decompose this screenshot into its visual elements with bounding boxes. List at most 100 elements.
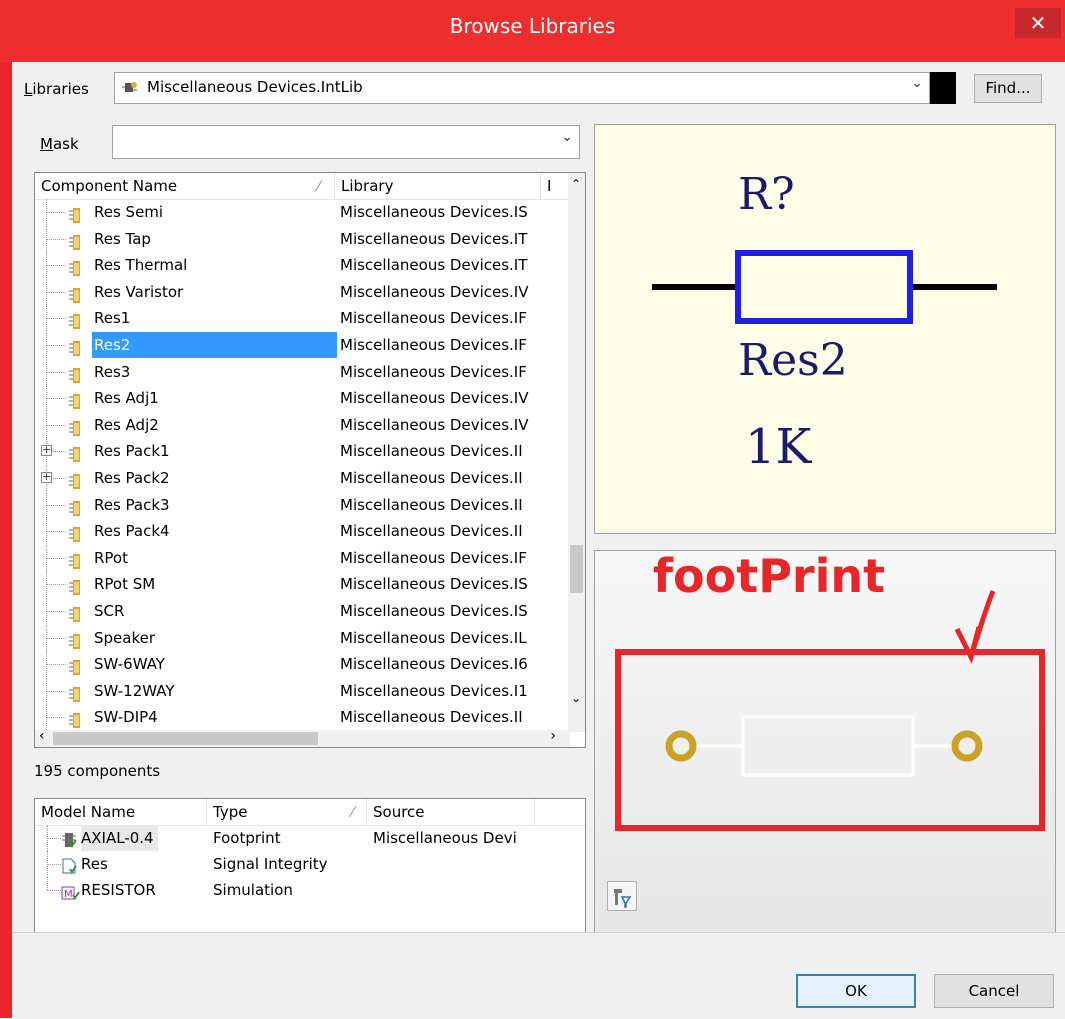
component-library: Miscellaneous Devices.IV xyxy=(340,415,529,434)
scroll-right-icon[interactable]: › xyxy=(550,728,556,744)
filter-tools-button[interactable] xyxy=(607,881,637,911)
component-row[interactable]: Res Semi Miscellaneous Devices.IS xyxy=(35,199,570,225)
tree-connector-h xyxy=(46,371,66,373)
component-library: Miscellaneous Devices.IS xyxy=(340,575,528,594)
component-row[interactable]: Res1 Miscellaneous Devices.IF xyxy=(35,305,570,332)
component-library: Miscellaneous Devices.IF xyxy=(340,336,527,354)
component-row[interactable]: Speaker Miscellaneous Devices.IL xyxy=(35,624,570,651)
column-type[interactable]: Type ⁄ xyxy=(207,799,367,825)
component-library: Miscellaneous Devices.II xyxy=(340,495,523,514)
component-row[interactable]: SW-6WAY Miscellaneous Devices.I6 xyxy=(35,651,570,678)
column-library[interactable]: Library xyxy=(335,173,541,199)
column-model-name[interactable]: Model Name xyxy=(35,799,207,825)
component-row[interactable]: + Res Pack1 Miscellaneous Devices.II xyxy=(35,438,570,465)
model-list[interactable]: Model Name Type ⁄ Source AXIAL-0.4 Footpri… xyxy=(34,798,586,940)
component-row[interactable]: + Res Pack2 Miscellaneous Devices.II xyxy=(35,465,570,491)
scroll-up-icon[interactable]: ⌃ xyxy=(571,177,581,191)
model-row[interactable]: Res Signal Integrity xyxy=(35,851,585,877)
component-row[interactable]: SW-DIP4 Miscellaneous Devices.II xyxy=(35,704,570,731)
component-icon xyxy=(68,577,84,596)
component-name: RPot SM xyxy=(94,575,156,594)
simulation-icon: M xyxy=(61,882,81,900)
component-row[interactable]: Res3 Miscellaneous Devices.IF xyxy=(35,358,570,385)
tree-connector-h xyxy=(46,690,66,692)
component-row[interactable]: Res Thermal Miscellaneous Devices.IT xyxy=(35,252,570,279)
scroll-left-icon[interactable]: ‹ xyxy=(39,728,45,744)
component-icon xyxy=(68,710,84,729)
component-row[interactable]: Res Adj2 Miscellaneous Devices.IV xyxy=(35,411,570,438)
component-icon xyxy=(68,498,84,516)
component-name: RPot xyxy=(94,548,128,567)
hscroll-thumb[interactable] xyxy=(53,732,318,745)
model-type: Footprint xyxy=(213,829,281,847)
comment-text: Res2 xyxy=(738,335,848,386)
component-library: Miscellaneous Devices.IS xyxy=(340,602,528,620)
component-library: Miscellaneous Devices.IF xyxy=(340,309,527,328)
component-row[interactable]: RPot SM Miscellaneous Devices.IS xyxy=(35,571,570,598)
hammer-icon xyxy=(614,889,632,908)
expand-icon[interactable]: + xyxy=(41,444,52,457)
component-icon xyxy=(68,657,84,676)
component-row[interactable]: Res Varistor Miscellaneous Devices.IV xyxy=(35,278,570,305)
close-button[interactable]: ✕ xyxy=(1015,8,1061,38)
model-name: Res xyxy=(81,855,108,873)
component-icon xyxy=(68,258,84,277)
component-row[interactable]: Res Pack4 Miscellaneous Devices.II xyxy=(35,518,570,545)
libraries-value: Miscellaneous Devices.IntLib xyxy=(147,78,363,96)
component-row[interactable]: Res Tap Miscellaneous Devices.IT xyxy=(35,225,570,252)
component-icon xyxy=(68,338,84,356)
color-swatch[interactable] xyxy=(930,72,956,104)
component-icon xyxy=(68,444,84,463)
component-library: Miscellaneous Devices.IS xyxy=(340,203,528,221)
component-list-vscrollbar[interactable]: ⌃ ⌄ xyxy=(568,173,585,732)
ok-button[interactable]: OK xyxy=(796,974,916,1008)
mask-input[interactable]: ⌄ xyxy=(112,125,580,159)
column-source[interactable]: Source xyxy=(367,799,535,825)
find-button[interactable]: Find... xyxy=(974,74,1042,103)
column-component-name[interactable]: Component Name ⁄ xyxy=(35,173,335,199)
component-row[interactable]: SW-12WAY Miscellaneous Devices.I1 xyxy=(35,677,570,704)
component-row[interactable]: Res2 Miscellaneous Devices.IF xyxy=(35,332,570,358)
libraries-label: Libraries xyxy=(24,80,89,98)
component-icon xyxy=(68,285,84,303)
expand-icon[interactable]: + xyxy=(41,471,52,483)
model-row[interactable]: AXIAL-0.4 Footprint Miscellaneous Devi xyxy=(35,825,585,851)
component-name: SW-12WAY xyxy=(94,681,175,700)
title-bar[interactable]: Browse Libraries ✕ xyxy=(0,0,1065,62)
mask-label: Mask xyxy=(40,135,79,153)
column-extra[interactable]: I xyxy=(541,173,570,199)
component-name: SW-DIP4 xyxy=(94,708,158,727)
component-name: Res Thermal xyxy=(94,256,188,275)
footprint-icon xyxy=(61,830,81,848)
component-row[interactable]: Res Adj1 Miscellaneous Devices.IV xyxy=(35,385,570,412)
tree-connector-h xyxy=(46,291,66,293)
model-row[interactable]: M RESISTOR Simulation xyxy=(35,877,585,903)
component-row[interactable]: SCR Miscellaneous Devices.IS xyxy=(35,598,570,624)
component-library: Miscellaneous Devices.II xyxy=(340,708,523,727)
tree-connector-h xyxy=(46,504,66,506)
component-library: Miscellaneous Devices.IT xyxy=(340,229,528,248)
component-library: Miscellaneous Devices.IV xyxy=(340,389,529,408)
cancel-button[interactable]: Cancel xyxy=(934,974,1054,1008)
tree-connector-h xyxy=(47,838,61,839)
component-list-hscrollbar[interactable]: ‹ › xyxy=(35,728,570,747)
tree-connector xyxy=(47,877,48,890)
tree-connector-h xyxy=(46,212,66,213)
component-name: SW-6WAY xyxy=(94,655,165,674)
scroll-down-icon[interactable]: ⌄ xyxy=(571,691,581,705)
tree-connector-h xyxy=(46,584,66,586)
component-name: Res Varistor xyxy=(94,282,184,301)
component-rows: Res Semi Miscellaneous Devices.IS Res Tap M… xyxy=(35,199,570,732)
component-row[interactable]: Res Pack3 Miscellaneous Devices.II xyxy=(35,491,570,518)
component-name: Res2 xyxy=(92,332,337,358)
component-name: Res Semi xyxy=(94,203,164,221)
tree-connector-h xyxy=(46,637,66,639)
component-name: Res1 xyxy=(94,309,131,328)
scroll-thumb[interactable] xyxy=(570,545,583,593)
tree-connector-h xyxy=(46,238,66,240)
component-list[interactable]: Component Name ⁄ Library I Res Semi Miscel… xyxy=(34,172,586,748)
libraries-dropdown[interactable]: Miscellaneous Devices.IntLib ⌄ xyxy=(114,72,930,104)
component-row[interactable]: RPot Miscellaneous Devices.IF xyxy=(35,544,570,571)
tree-connector-h xyxy=(46,318,66,320)
component-name: SCR xyxy=(94,602,125,620)
